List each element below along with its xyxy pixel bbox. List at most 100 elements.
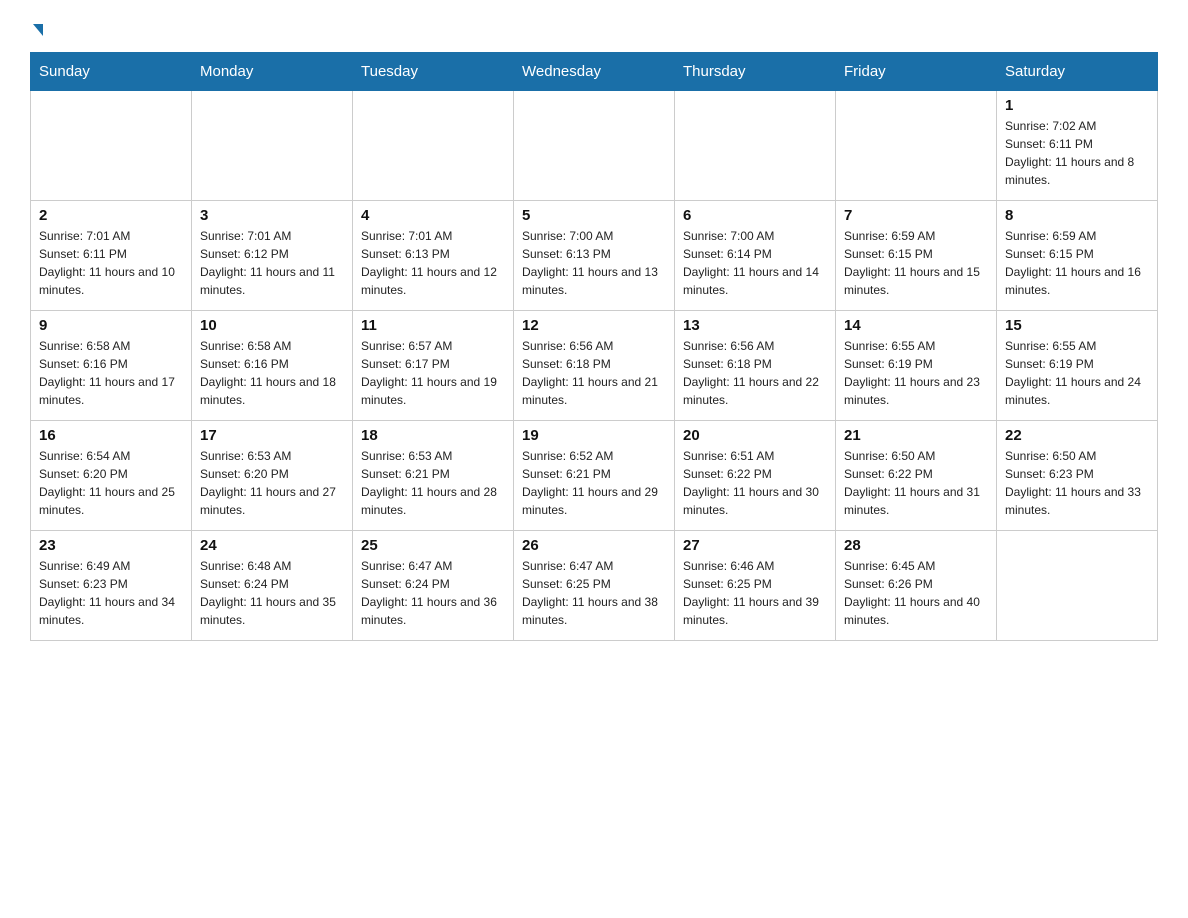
calendar-cell: 8 Sunrise: 6:59 AM Sunset: 6:15 PM Daylig… <box>997 201 1158 311</box>
calendar-cell <box>31 91 192 201</box>
calendar-cell <box>192 91 353 201</box>
day-number: 17 <box>200 427 344 444</box>
weekday-header-row: SundayMondayTuesdayWednesdayThursdayFrid… <box>31 53 1158 91</box>
calendar-cell: 22 Sunrise: 6:50 AM Sunset: 6:23 PM Dayli… <box>997 421 1158 531</box>
day-number: 6 <box>683 207 827 224</box>
day-number: 16 <box>39 427 183 444</box>
day-number: 28 <box>844 537 988 554</box>
day-info: Sunrise: 6:56 AM Sunset: 6:18 PM Dayligh… <box>522 337 666 409</box>
calendar-cell <box>514 91 675 201</box>
calendar-cell: 1Sunrise: 7:02 AM Sunset: 6:11 PM Daylig… <box>997 91 1158 201</box>
calendar-cell <box>675 91 836 201</box>
day-info: Sunrise: 6:46 AM Sunset: 6:25 PM Dayligh… <box>683 557 827 629</box>
day-info: Sunrise: 7:02 AM Sunset: 6:11 PM Dayligh… <box>1005 117 1149 189</box>
day-number: 22 <box>1005 427 1149 444</box>
day-number: 19 <box>522 427 666 444</box>
calendar-cell: 15Sunrise: 6:55 AM Sunset: 6:19 PM Dayli… <box>997 311 1158 421</box>
calendar-cell: 28 Sunrise: 6:45 AM Sunset: 6:26 PM Dayli… <box>836 531 997 641</box>
calendar-cell: 13 Sunrise: 6:56 AM Sunset: 6:18 PM Dayli… <box>675 311 836 421</box>
page-header <box>30 20 1158 34</box>
calendar-cell <box>997 531 1158 641</box>
weekday-header-thursday: Thursday <box>675 53 836 91</box>
logo-arrow-icon <box>33 24 43 36</box>
calendar-cell: 11 Sunrise: 6:57 AM Sunset: 6:17 PM Dayli… <box>353 311 514 421</box>
day-number: 23 <box>39 537 183 554</box>
day-number: 3 <box>200 207 344 224</box>
calendar-header: SundayMondayTuesdayWednesdayThursdayFrid… <box>31 53 1158 91</box>
day-number: 21 <box>844 427 988 444</box>
day-info: Sunrise: 6:53 AM Sunset: 6:21 PM Dayligh… <box>361 447 505 519</box>
day-info: Sunrise: 6:57 AM Sunset: 6:17 PM Dayligh… <box>361 337 505 409</box>
calendar-cell: 19 Sunrise: 6:52 AM Sunset: 6:21 PM Dayli… <box>514 421 675 531</box>
day-info: Sunrise: 6:47 AM Sunset: 6:25 PM Dayligh… <box>522 557 666 629</box>
day-info: Sunrise: 6:55 AM Sunset: 6:19 PM Dayligh… <box>844 337 988 409</box>
day-info: Sunrise: 6:51 AM Sunset: 6:22 PM Dayligh… <box>683 447 827 519</box>
calendar-cell: 20 Sunrise: 6:51 AM Sunset: 6:22 PM Dayli… <box>675 421 836 531</box>
day-number: 25 <box>361 537 505 554</box>
calendar-cell: 18 Sunrise: 6:53 AM Sunset: 6:21 PM Dayli… <box>353 421 514 531</box>
day-info: Sunrise: 6:59 AM Sunset: 6:15 PM Dayligh… <box>1005 227 1149 299</box>
day-info: Sunrise: 6:53 AM Sunset: 6:20 PM Dayligh… <box>200 447 344 519</box>
calendar-cell: 6 Sunrise: 7:00 AM Sunset: 6:14 PM Daylig… <box>675 201 836 311</box>
calendar-cell: 17 Sunrise: 6:53 AM Sunset: 6:20 PM Dayli… <box>192 421 353 531</box>
day-number: 7 <box>844 207 988 224</box>
day-number: 24 <box>200 537 344 554</box>
day-info: Sunrise: 6:56 AM Sunset: 6:18 PM Dayligh… <box>683 337 827 409</box>
calendar-cell: 9 Sunrise: 6:58 AM Sunset: 6:16 PM Daylig… <box>31 311 192 421</box>
day-info: Sunrise: 6:50 AM Sunset: 6:23 PM Dayligh… <box>1005 447 1149 519</box>
calendar-cell: 16 Sunrise: 6:54 AM Sunset: 6:20 PM Dayli… <box>31 421 192 531</box>
day-info: Sunrise: 6:45 AM Sunset: 6:26 PM Dayligh… <box>844 557 988 629</box>
calendar-cell: 21 Sunrise: 6:50 AM Sunset: 6:22 PM Dayli… <box>836 421 997 531</box>
day-number: 27 <box>683 537 827 554</box>
weekday-header-tuesday: Tuesday <box>353 53 514 91</box>
calendar-week-row: 9 Sunrise: 6:58 AM Sunset: 6:16 PM Daylig… <box>31 311 1158 421</box>
logo <box>30 20 43 34</box>
day-number: 11 <box>361 317 505 334</box>
day-info: Sunrise: 7:00 AM Sunset: 6:14 PM Dayligh… <box>683 227 827 299</box>
day-info: Sunrise: 6:52 AM Sunset: 6:21 PM Dayligh… <box>522 447 666 519</box>
day-info: Sunrise: 6:47 AM Sunset: 6:24 PM Dayligh… <box>361 557 505 629</box>
calendar-cell: 2 Sunrise: 7:01 AM Sunset: 6:11 PM Daylig… <box>31 201 192 311</box>
day-info: Sunrise: 6:58 AM Sunset: 6:16 PM Dayligh… <box>39 337 183 409</box>
calendar-week-row: 16 Sunrise: 6:54 AM Sunset: 6:20 PM Dayli… <box>31 421 1158 531</box>
day-number: 15 <box>1005 317 1149 334</box>
calendar-cell: 12Sunrise: 6:56 AM Sunset: 6:18 PM Dayli… <box>514 311 675 421</box>
day-info: Sunrise: 6:48 AM Sunset: 6:24 PM Dayligh… <box>200 557 344 629</box>
day-number: 20 <box>683 427 827 444</box>
logo-top <box>30 20 43 36</box>
calendar-cell: 24 Sunrise: 6:48 AM Sunset: 6:24 PM Dayli… <box>192 531 353 641</box>
weekday-header-friday: Friday <box>836 53 997 91</box>
calendar-cell: 27 Sunrise: 6:46 AM Sunset: 6:25 PM Dayli… <box>675 531 836 641</box>
calendar-cell <box>353 91 514 201</box>
calendar-body: 1Sunrise: 7:02 AM Sunset: 6:11 PM Daylig… <box>31 91 1158 641</box>
calendar-table: SundayMondayTuesdayWednesdayThursdayFrid… <box>30 52 1158 641</box>
calendar-cell: 3 Sunrise: 7:01 AM Sunset: 6:12 PM Daylig… <box>192 201 353 311</box>
calendar-cell: 5 Sunrise: 7:00 AM Sunset: 6:13 PM Daylig… <box>514 201 675 311</box>
day-number: 8 <box>1005 207 1149 224</box>
day-info: Sunrise: 7:00 AM Sunset: 6:13 PM Dayligh… <box>522 227 666 299</box>
day-number: 4 <box>361 207 505 224</box>
calendar-cell: 23Sunrise: 6:49 AM Sunset: 6:23 PM Dayli… <box>31 531 192 641</box>
calendar-cell <box>836 91 997 201</box>
day-number: 9 <box>39 317 183 334</box>
day-number: 18 <box>361 427 505 444</box>
day-number: 14 <box>844 317 988 334</box>
weekday-header-sunday: Sunday <box>31 53 192 91</box>
day-number: 2 <box>39 207 183 224</box>
weekday-header-wednesday: Wednesday <box>514 53 675 91</box>
day-info: Sunrise: 6:59 AM Sunset: 6:15 PM Dayligh… <box>844 227 988 299</box>
calendar-cell: 10 Sunrise: 6:58 AM Sunset: 6:16 PM Dayli… <box>192 311 353 421</box>
day-info: Sunrise: 7:01 AM Sunset: 6:12 PM Dayligh… <box>200 227 344 299</box>
weekday-header-saturday: Saturday <box>997 53 1158 91</box>
day-info: Sunrise: 6:58 AM Sunset: 6:16 PM Dayligh… <box>200 337 344 409</box>
calendar-cell: 4Sunrise: 7:01 AM Sunset: 6:13 PM Daylig… <box>353 201 514 311</box>
day-info: Sunrise: 6:54 AM Sunset: 6:20 PM Dayligh… <box>39 447 183 519</box>
calendar-week-row: 23Sunrise: 6:49 AM Sunset: 6:23 PM Dayli… <box>31 531 1158 641</box>
day-number: 5 <box>522 207 666 224</box>
day-number: 10 <box>200 317 344 334</box>
day-info: Sunrise: 7:01 AM Sunset: 6:11 PM Dayligh… <box>39 227 183 299</box>
day-number: 13 <box>683 317 827 334</box>
calendar-cell: 7 Sunrise: 6:59 AM Sunset: 6:15 PM Daylig… <box>836 201 997 311</box>
weekday-header-monday: Monday <box>192 53 353 91</box>
day-info: Sunrise: 6:50 AM Sunset: 6:22 PM Dayligh… <box>844 447 988 519</box>
